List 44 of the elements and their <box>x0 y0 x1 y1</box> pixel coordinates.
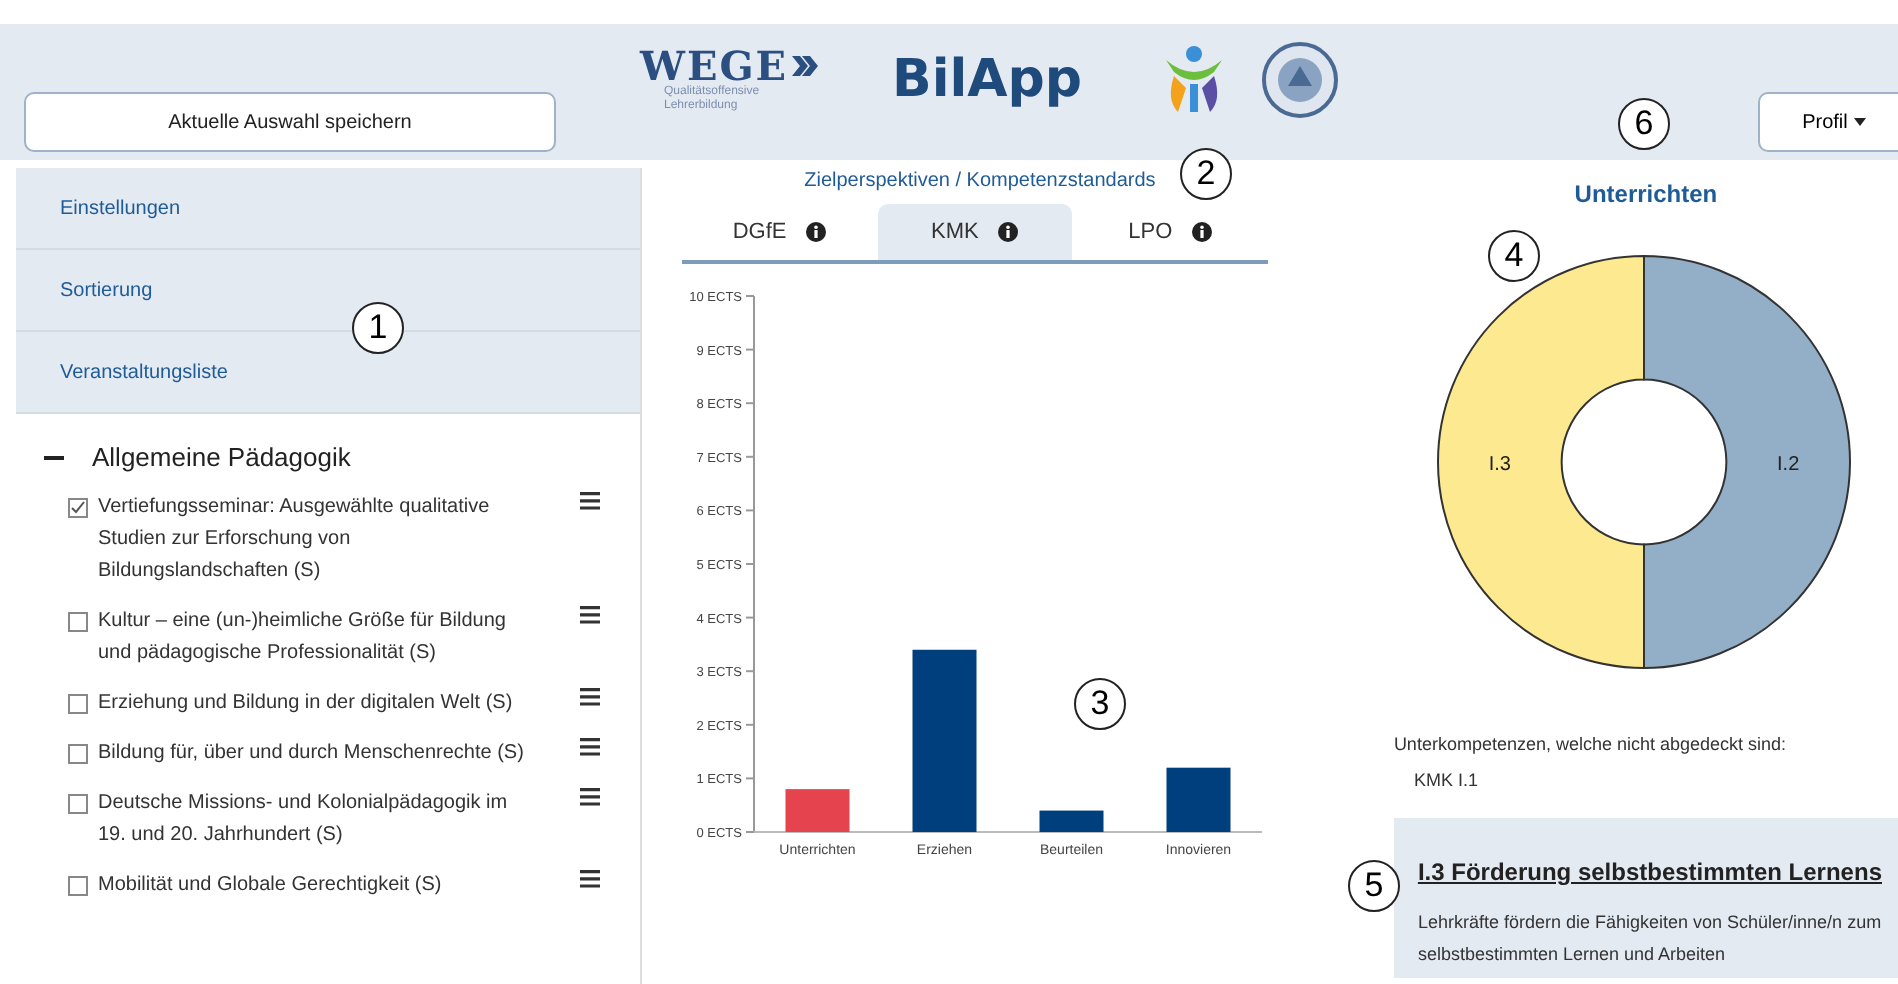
course-title: Erziehung und Bildung in der digitalen Welt (S) <box>98 690 515 718</box>
callout-number: 4 <box>1488 230 1540 282</box>
tab[interactable]: DGfE <box>681 204 878 260</box>
menu-icon[interactable] <box>579 788 600 806</box>
menu-icon[interactable] <box>579 606 600 624</box>
course-title: Kultur – eine (un-)heimliche Größe für Bildung und pädagogische Professionalität (S) <box>98 608 508 668</box>
app-title: BilApp <box>892 50 1082 110</box>
section-heading: Zielperspektiven / Kompetenzstandards <box>804 170 1156 192</box>
profile-dropdown[interactable]: Profil <box>1758 92 1898 152</box>
missing-item: KMK I.1 <box>1413 770 1480 790</box>
missing-label: Unterkompetenzen, welche nicht abgedeckt sind: <box>1393 734 1789 754</box>
slice-label: I.2 <box>1776 454 1800 476</box>
group-title: Allgemeine Pädagogik <box>92 442 351 472</box>
course-title: Vertiefungsseminar: Ausgewählte qualitative Studien zur Erforschung von Bildungslandschaften (S) <box>98 494 492 586</box>
checkbox[interactable] <box>68 498 88 518</box>
info-icon <box>998 222 1019 242</box>
course-title: Mobilität und Globale Gerechtigkeit (S) <box>98 872 444 900</box>
info-icon <box>1192 222 1213 242</box>
save-selection-button[interactable]: Aktuelle Auswahl speichern <box>24 92 556 152</box>
info-text: Lehrkräfte fördern die Fähigkeiten von Schüler/inne/n zum selbstbestimmten Lernen und Arbeiten <box>1417 910 1882 968</box>
chart-title: Unterrichten <box>1572 180 1720 208</box>
checkbox[interactable] <box>68 876 88 896</box>
checkbox[interactable] <box>68 744 88 764</box>
callout-number: 3 <box>1074 678 1126 730</box>
checkbox[interactable] <box>68 794 88 814</box>
caret-icon <box>1853 118 1866 126</box>
tab[interactable]: KMK <box>877 204 1073 260</box>
course-title: Bildung für, über und durch Menschenrechte (S) <box>98 740 526 768</box>
menu-icon[interactable] <box>579 492 600 510</box>
course-title: Deutsche Missions- und Kolonialpädagogik im 19. und 20. Jahrhundert (S) <box>98 790 510 850</box>
accordion-panel[interactable]: Einstellungen <box>16 168 640 250</box>
tab[interactable]: LPO <box>1072 204 1268 260</box>
checkbox[interactable] <box>68 694 88 714</box>
callout-number: 2 <box>1180 148 1232 200</box>
menu-icon[interactable] <box>579 870 600 888</box>
menu-icon[interactable] <box>579 738 600 756</box>
info-title: I.3 Förderung selbstbestimmten Lernens <box>1417 858 1882 886</box>
info-icon <box>806 222 827 242</box>
logo-wordmark: WEGE <box>640 46 789 86</box>
callout-number: 5 <box>1348 860 1400 912</box>
checkbox[interactable] <box>68 612 88 632</box>
seal-logo-icon <box>1262 42 1338 118</box>
slice-label: I.3 <box>1488 454 1511 476</box>
menu-icon[interactable] <box>579 688 600 706</box>
